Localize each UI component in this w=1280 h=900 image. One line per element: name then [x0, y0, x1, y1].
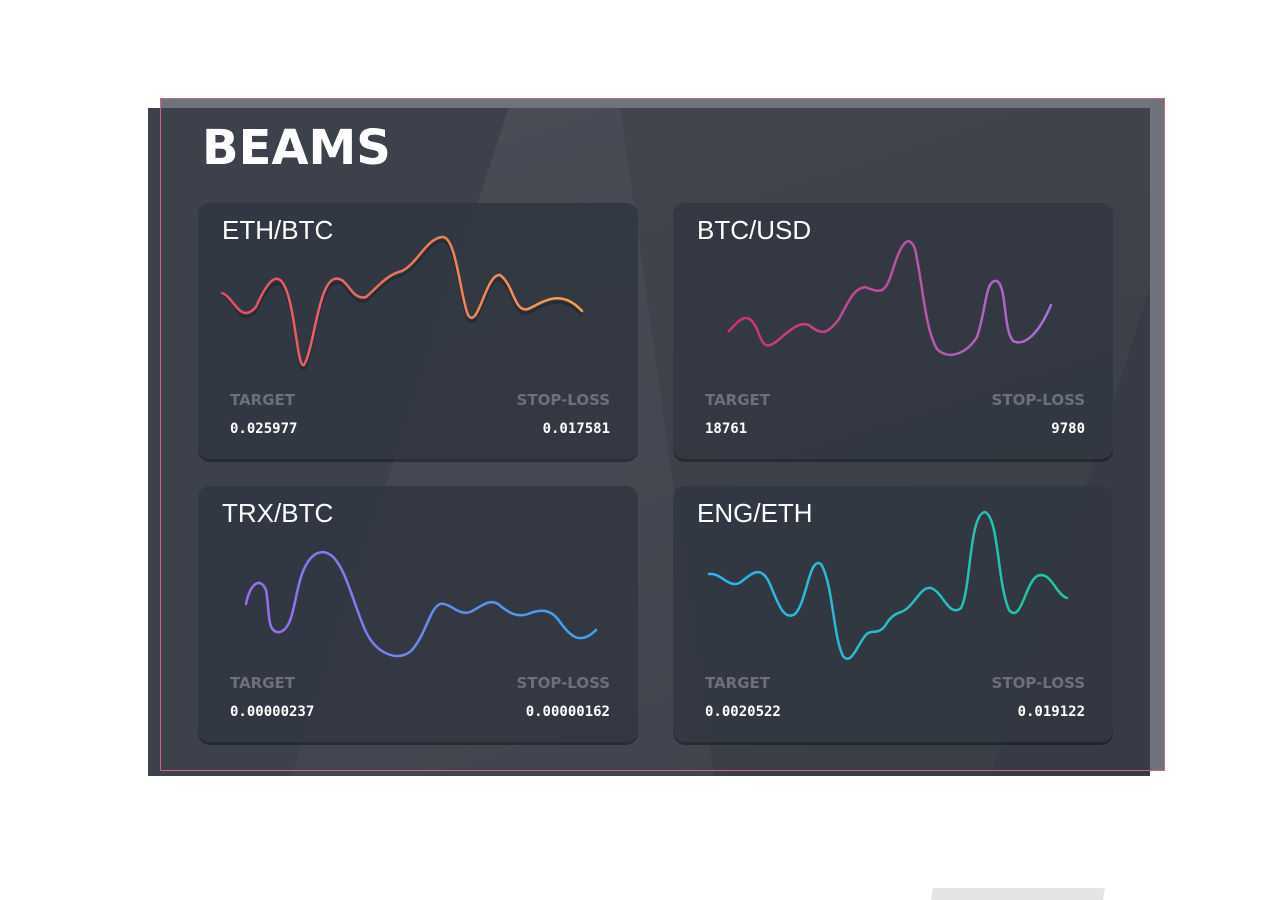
stop-loss-label: STOP-LOSS	[516, 391, 610, 409]
screen: BEAMS ETH/BTC TARGET STOP-LOSS 0.025977 …	[0, 0, 1280, 900]
target-label: TARGET	[230, 391, 296, 409]
stop-loss-value: 0.00000162	[525, 704, 610, 720]
target-value: 0.025977	[230, 421, 298, 437]
sparkline-line	[220, 235, 584, 367]
sparkline-line	[727, 240, 1053, 356]
pair-card-trx-btc[interactable]: TRX/BTC TARGET STOP-LOSS 0.00000237 0.00…	[198, 486, 638, 742]
app-title: BEAMS	[202, 120, 391, 176]
target-label: TARGET	[705, 674, 771, 692]
target-value: 0.00000237	[230, 704, 315, 720]
stop-loss-value: 0.019122	[1017, 704, 1085, 720]
pair-card-eth-btc[interactable]: ETH/BTC TARGET STOP-LOSS 0.025977 0.0175…	[198, 203, 638, 459]
stop-loss-value: 0.017581	[542, 421, 610, 437]
sparkline-shadow	[221, 239, 584, 371]
sparkline-line	[707, 510, 1069, 660]
pair-card-btc-usd[interactable]: BTC/USD TARGET STOP-LOSS 18761 9780	[673, 203, 1113, 459]
ground-shadow	[931, 888, 1105, 900]
target-value: 18761	[705, 421, 748, 437]
target-value: 0.0020522	[705, 704, 781, 720]
target-label: TARGET	[230, 674, 296, 692]
stop-loss-label: STOP-LOSS	[991, 391, 1085, 409]
stop-loss-label: STOP-LOSS	[991, 674, 1085, 692]
pair-card-eng-eth[interactable]: ENG/ETH TARGET STOP-LOSS 0.0020522 0.019…	[673, 486, 1113, 742]
target-label: TARGET	[705, 391, 771, 409]
stop-loss-label: STOP-LOSS	[516, 674, 610, 692]
stop-loss-value: 9780	[1051, 421, 1085, 437]
sparkline-line	[244, 551, 598, 658]
